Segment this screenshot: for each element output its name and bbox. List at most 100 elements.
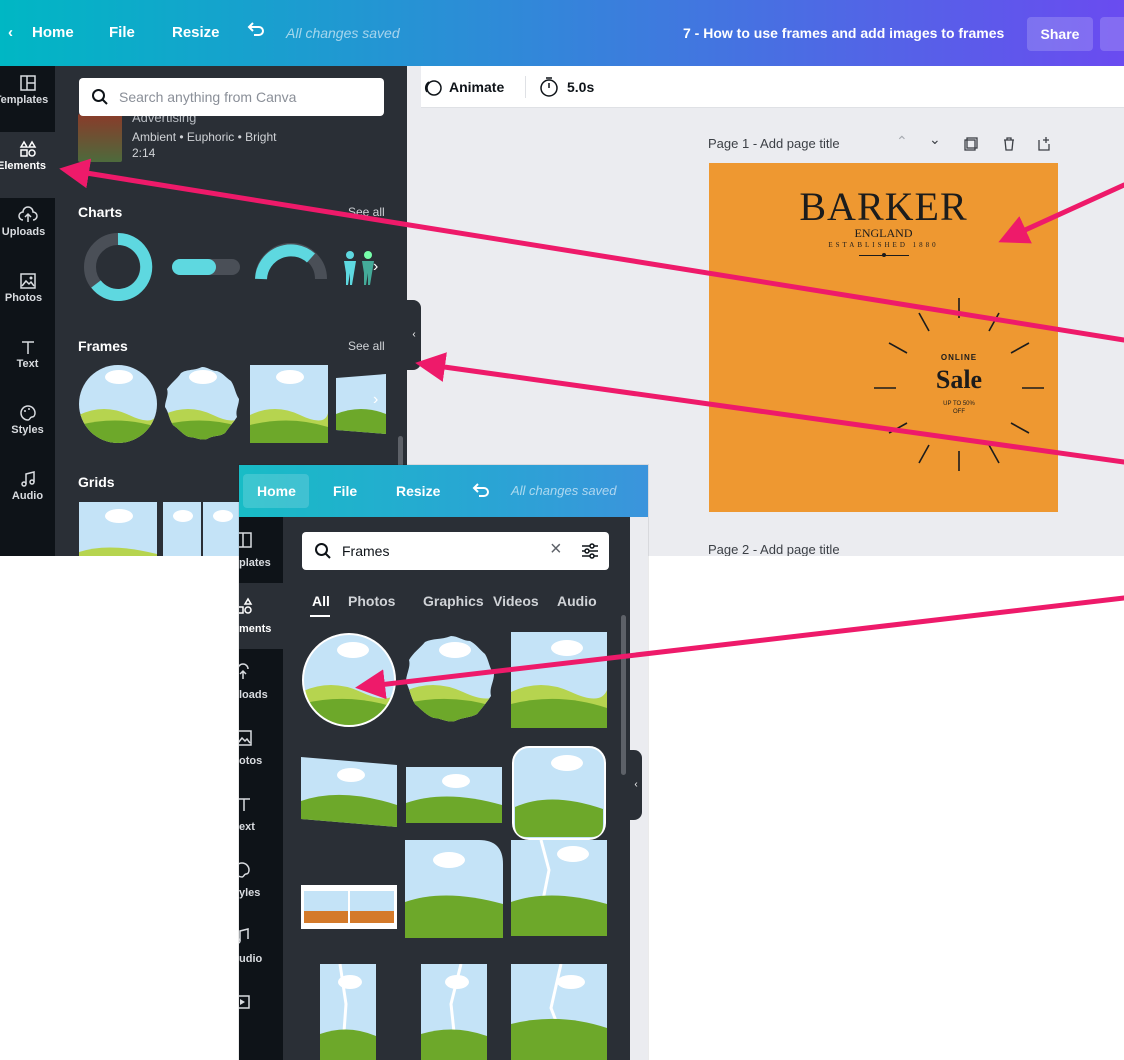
share-button[interactable]: Share [1027, 17, 1093, 51]
chevron-right-icon[interactable]: › [373, 258, 378, 276]
frame-scallop-thumb[interactable] [163, 365, 241, 443]
undo-icon[interactable] [246, 20, 266, 42]
save-status: All changes saved [286, 25, 400, 41]
inset-file-menu[interactable]: File [333, 483, 357, 499]
document-title[interactable]: 7 - How to use frames and add images to … [683, 25, 1004, 41]
inset-elements-panel: Frames × All Photos Graphics Videos Audi… [283, 517, 630, 1060]
video-icon [239, 995, 250, 1009]
tab-videos[interactable]: Videos [493, 593, 539, 609]
add-page-icon[interactable] [1036, 136, 1052, 152]
inset-rail-uploads[interactable]: loads [239, 649, 283, 715]
tab-graphics[interactable]: Graphics [423, 593, 484, 609]
frames-heading: Frames [78, 338, 128, 354]
inset-rail-photos[interactable]: otos [239, 715, 283, 781]
file-menu[interactable]: File [109, 24, 135, 41]
page-1-label: Page 1 [708, 136, 750, 151]
clear-search-icon[interactable]: × [550, 538, 562, 561]
inset-rail-audio[interactable]: udio [239, 913, 283, 979]
back-chevron-icon[interactable]: ‹ [8, 24, 13, 41]
frame-result-skewed[interactable] [301, 757, 397, 829]
rail-label: Photos [4, 292, 43, 304]
tab-photos[interactable]: Photos [348, 593, 395, 609]
templates-icon [239, 532, 252, 548]
print-button[interactable] [1100, 17, 1124, 51]
frame-result-film[interactable] [301, 885, 397, 929]
tab-all[interactable]: All [312, 593, 330, 609]
inset-scrollbar[interactable] [621, 615, 626, 775]
inset-resize-menu[interactable]: Resize [396, 483, 440, 499]
chart-progress-thumb[interactable] [172, 259, 240, 275]
filter-icon[interactable] [580, 542, 600, 560]
frame-result-tall-2[interactable] [421, 964, 487, 1060]
inset-collapse-panel-button[interactable]: ‹ [630, 750, 642, 820]
frame-result-scallop[interactable] [403, 632, 499, 728]
frame-result-circle[interactable] [301, 632, 397, 728]
page-2-header[interactable]: Page 2 - Add page title [708, 542, 840, 556]
chevron-down-icon[interactable]: ⌄ [929, 131, 941, 148]
charts-heading: Charts [78, 204, 123, 220]
frame-circle-thumb[interactable] [79, 365, 157, 443]
inset-undo-icon[interactable] [471, 481, 491, 499]
rail-uploads[interactable]: Uploads [0, 198, 55, 264]
frame-result-square[interactable] [511, 632, 607, 728]
search-input[interactable]: Search anything from Canva [79, 78, 384, 116]
design-page-1[interactable]: BARKER ENGLAND ESTABLISHED 1880 ONLINE S… [709, 163, 1058, 512]
frame-result-torn-2[interactable] [511, 964, 607, 1060]
inset-rail-elements[interactable]: ments [239, 583, 283, 649]
home-menu[interactable]: Home [32, 24, 74, 41]
inset-rail-styles[interactable]: yles [239, 847, 283, 913]
text-icon [21, 341, 34, 354]
duration-button[interactable]: 5.0s [567, 79, 594, 95]
chart-gauge-thumb[interactable] [255, 243, 327, 283]
rail-audio[interactable]: Audio [0, 462, 55, 528]
inset-rail-text[interactable]: ext [239, 781, 283, 847]
grid-double-thumb[interactable] [163, 502, 241, 556]
text-icon [239, 798, 250, 811]
rail-photos[interactable]: Photos [0, 264, 55, 330]
resize-menu[interactable]: Resize [172, 24, 220, 41]
inset-home-menu[interactable]: Home [257, 483, 296, 499]
audio-tags: Ambient • Euphoric • Bright [132, 130, 277, 144]
rail-label: otos [239, 755, 263, 767]
frame-result-wide[interactable] [406, 767, 502, 823]
frame-result-torn[interactable] [511, 840, 607, 936]
animate-icon [424, 80, 442, 96]
rail-label: Elements [0, 160, 46, 172]
chevron-up-icon[interactable]: ⌃ [896, 133, 908, 150]
rail-templates[interactable]: Templates [0, 66, 55, 132]
search-value: Frames [342, 543, 390, 559]
frame-result-tall-1[interactable] [320, 964, 376, 1060]
frames-see-all[interactable]: See all [348, 339, 385, 353]
charts-see-all[interactable]: See all [348, 205, 385, 219]
frame-square-thumb[interactable] [250, 365, 328, 443]
rail-label: Styles [11, 424, 44, 436]
rail-styles[interactable]: Styles [0, 396, 55, 462]
rail-text[interactable]: Text [0, 330, 55, 396]
frame-result-rounded[interactable] [511, 745, 607, 841]
brand-established: ESTABLISHED 1880 [828, 241, 939, 249]
tab-audio[interactable]: Audio [557, 593, 597, 609]
active-tab-underline [310, 615, 330, 617]
rail-label: udio [239, 953, 263, 965]
animate-button[interactable]: Animate [449, 79, 504, 95]
page-1-title-input[interactable]: - Add page title [753, 136, 840, 151]
timer-icon [540, 77, 558, 97]
frame-skewed-thumb[interactable] [336, 374, 386, 434]
chevron-right-icon[interactable]: › [373, 391, 378, 409]
chart-donut-thumb[interactable] [83, 232, 153, 302]
inset-rail-templates[interactable]: plates [239, 517, 283, 583]
object-panel-rail: Templates Elements Uploads Photos Text S… [0, 66, 55, 556]
photos-icon [239, 730, 252, 746]
inset-search-input[interactable]: Frames × [302, 532, 609, 570]
collapse-panel-button[interactable]: ‹ [407, 300, 421, 370]
frame-result-notched[interactable] [405, 840, 503, 938]
rail-label: yles [239, 887, 261, 899]
duplicate-page-icon[interactable] [963, 136, 979, 152]
inset-rail-videos[interactable] [239, 979, 283, 1045]
rail-elements[interactable]: Elements [0, 132, 55, 198]
audio-thumbnail[interactable] [78, 114, 122, 162]
grid-single-thumb[interactable] [79, 502, 157, 556]
delete-page-icon[interactable] [1001, 136, 1017, 152]
rail-label: Audio [11, 490, 44, 502]
audio-icon [239, 928, 249, 944]
